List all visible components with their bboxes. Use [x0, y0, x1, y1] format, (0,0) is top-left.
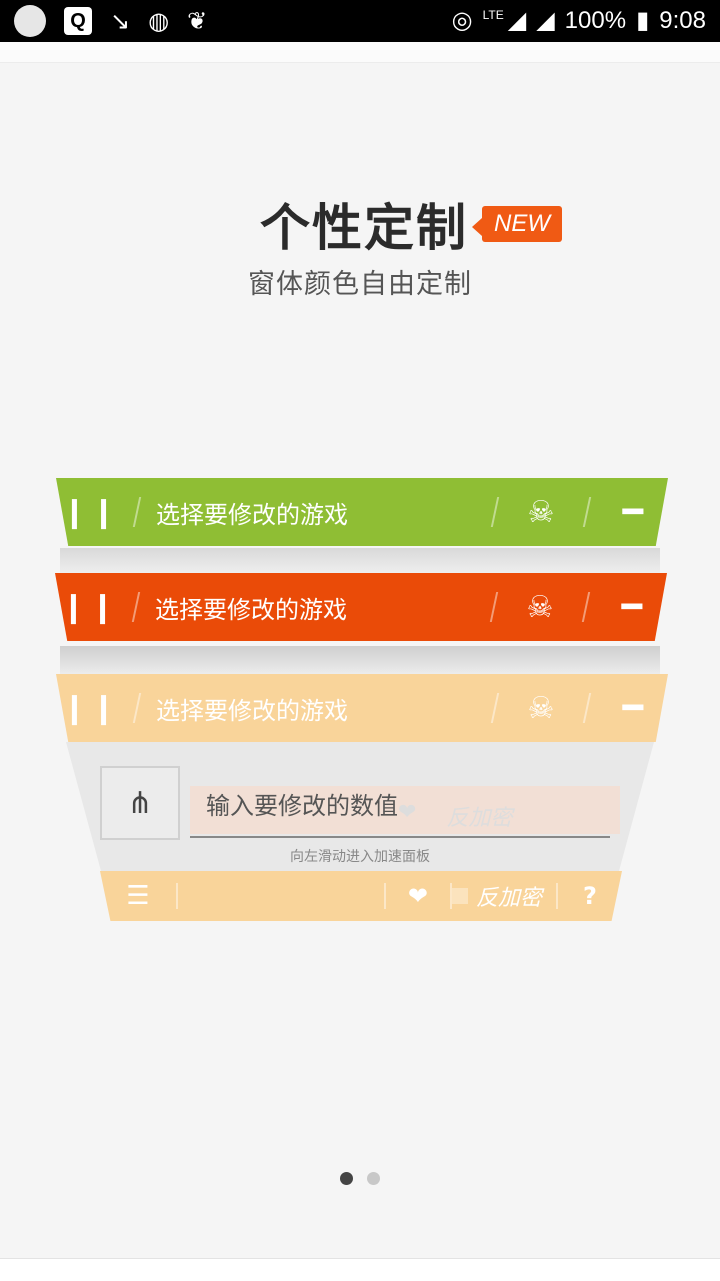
pause-icon[interactable]: ❙❙	[56, 691, 126, 726]
page-indicator	[340, 1172, 380, 1185]
share-icon[interactable]: ⋔	[100, 766, 180, 840]
page-title: 个性定制	[260, 199, 468, 257]
signal-icon: ◢	[507, 7, 527, 34]
pause-icon[interactable]: ❙❙	[56, 495, 126, 530]
select-game-label[interactable]: 选择要修改的游戏	[148, 495, 484, 530]
minimize-icon[interactable]: ━	[598, 492, 668, 532]
pause-icon[interactable]: ❙❙	[55, 590, 125, 625]
battery-percent: 100%	[564, 7, 627, 34]
top-divider	[0, 42, 720, 63]
skull-icon[interactable]: ☠	[506, 691, 576, 726]
network-type: LTE	[482, 8, 504, 22]
faded-toolbar: ❤ 反加密	[398, 800, 512, 832]
theme-bar-green[interactable]: ❙❙ 选择要修改的游戏 ☠ ━	[56, 478, 668, 546]
skull-icon[interactable]: ☠	[505, 590, 575, 625]
heart-icon: ❤	[398, 800, 417, 825]
minimize-icon[interactable]: ━	[597, 587, 667, 627]
panel-toolbar: ☰ ❤ 反加密 ?	[100, 871, 622, 921]
skull-icon[interactable]: ☠	[506, 495, 576, 530]
input-underline	[190, 836, 610, 838]
check-arrow-icon: ↘︎	[110, 7, 131, 35]
hotspot-icon: ◎	[451, 7, 473, 34]
checkbox[interactable]	[451, 888, 468, 904]
heart-icon[interactable]: ❤	[386, 882, 450, 910]
theme-bar-peach[interactable]: ❙❙ 选择要修改的游戏 ☠ ━	[56, 674, 668, 742]
value-input[interactable]: 输入要修改的数值	[206, 786, 398, 821]
leaf-icon: ❦	[187, 7, 208, 35]
bottom-edge	[0, 1258, 720, 1281]
faded-option-label: 反加密	[446, 806, 513, 831]
page-dot-active[interactable]	[340, 1172, 353, 1185]
bar-shadow	[60, 548, 660, 574]
circle-icon	[14, 5, 46, 37]
list-icon[interactable]: ☰	[100, 881, 176, 911]
status-bar: Q ↘︎ ◍ ❦ ◎ LTE ◢ ◢ 100% ▮ 9:08	[0, 0, 720, 42]
clock: 9:08	[659, 7, 706, 34]
help-button[interactable]: ?	[558, 882, 622, 910]
loading-icon: ◍	[148, 7, 170, 35]
anti-encrypt-label: 反加密	[475, 886, 542, 911]
new-badge: NEW	[472, 206, 562, 242]
swipe-hint: 向左滑动进入加速面板	[290, 849, 430, 865]
page-subtitle: 窗体颜色自由定制	[248, 269, 472, 300]
select-game-label[interactable]: 选择要修改的游戏	[147, 590, 483, 625]
q-app-icon: Q	[64, 7, 92, 35]
theme-bar-orange[interactable]: ❙❙ 选择要修改的游戏 ☠ ━	[55, 573, 667, 641]
signal-icon-2: ◢	[536, 7, 555, 34]
battery-icon: ▮	[636, 7, 650, 34]
select-game-label[interactable]: 选择要修改的游戏	[148, 691, 484, 726]
page-dot[interactable]	[367, 1172, 380, 1185]
heading: 个性定制 NEW	[260, 188, 562, 260]
anti-encrypt-toggle[interactable]: 反加密	[451, 880, 542, 912]
bar-shadow	[60, 646, 660, 674]
minimize-icon[interactable]: ━	[598, 688, 668, 728]
